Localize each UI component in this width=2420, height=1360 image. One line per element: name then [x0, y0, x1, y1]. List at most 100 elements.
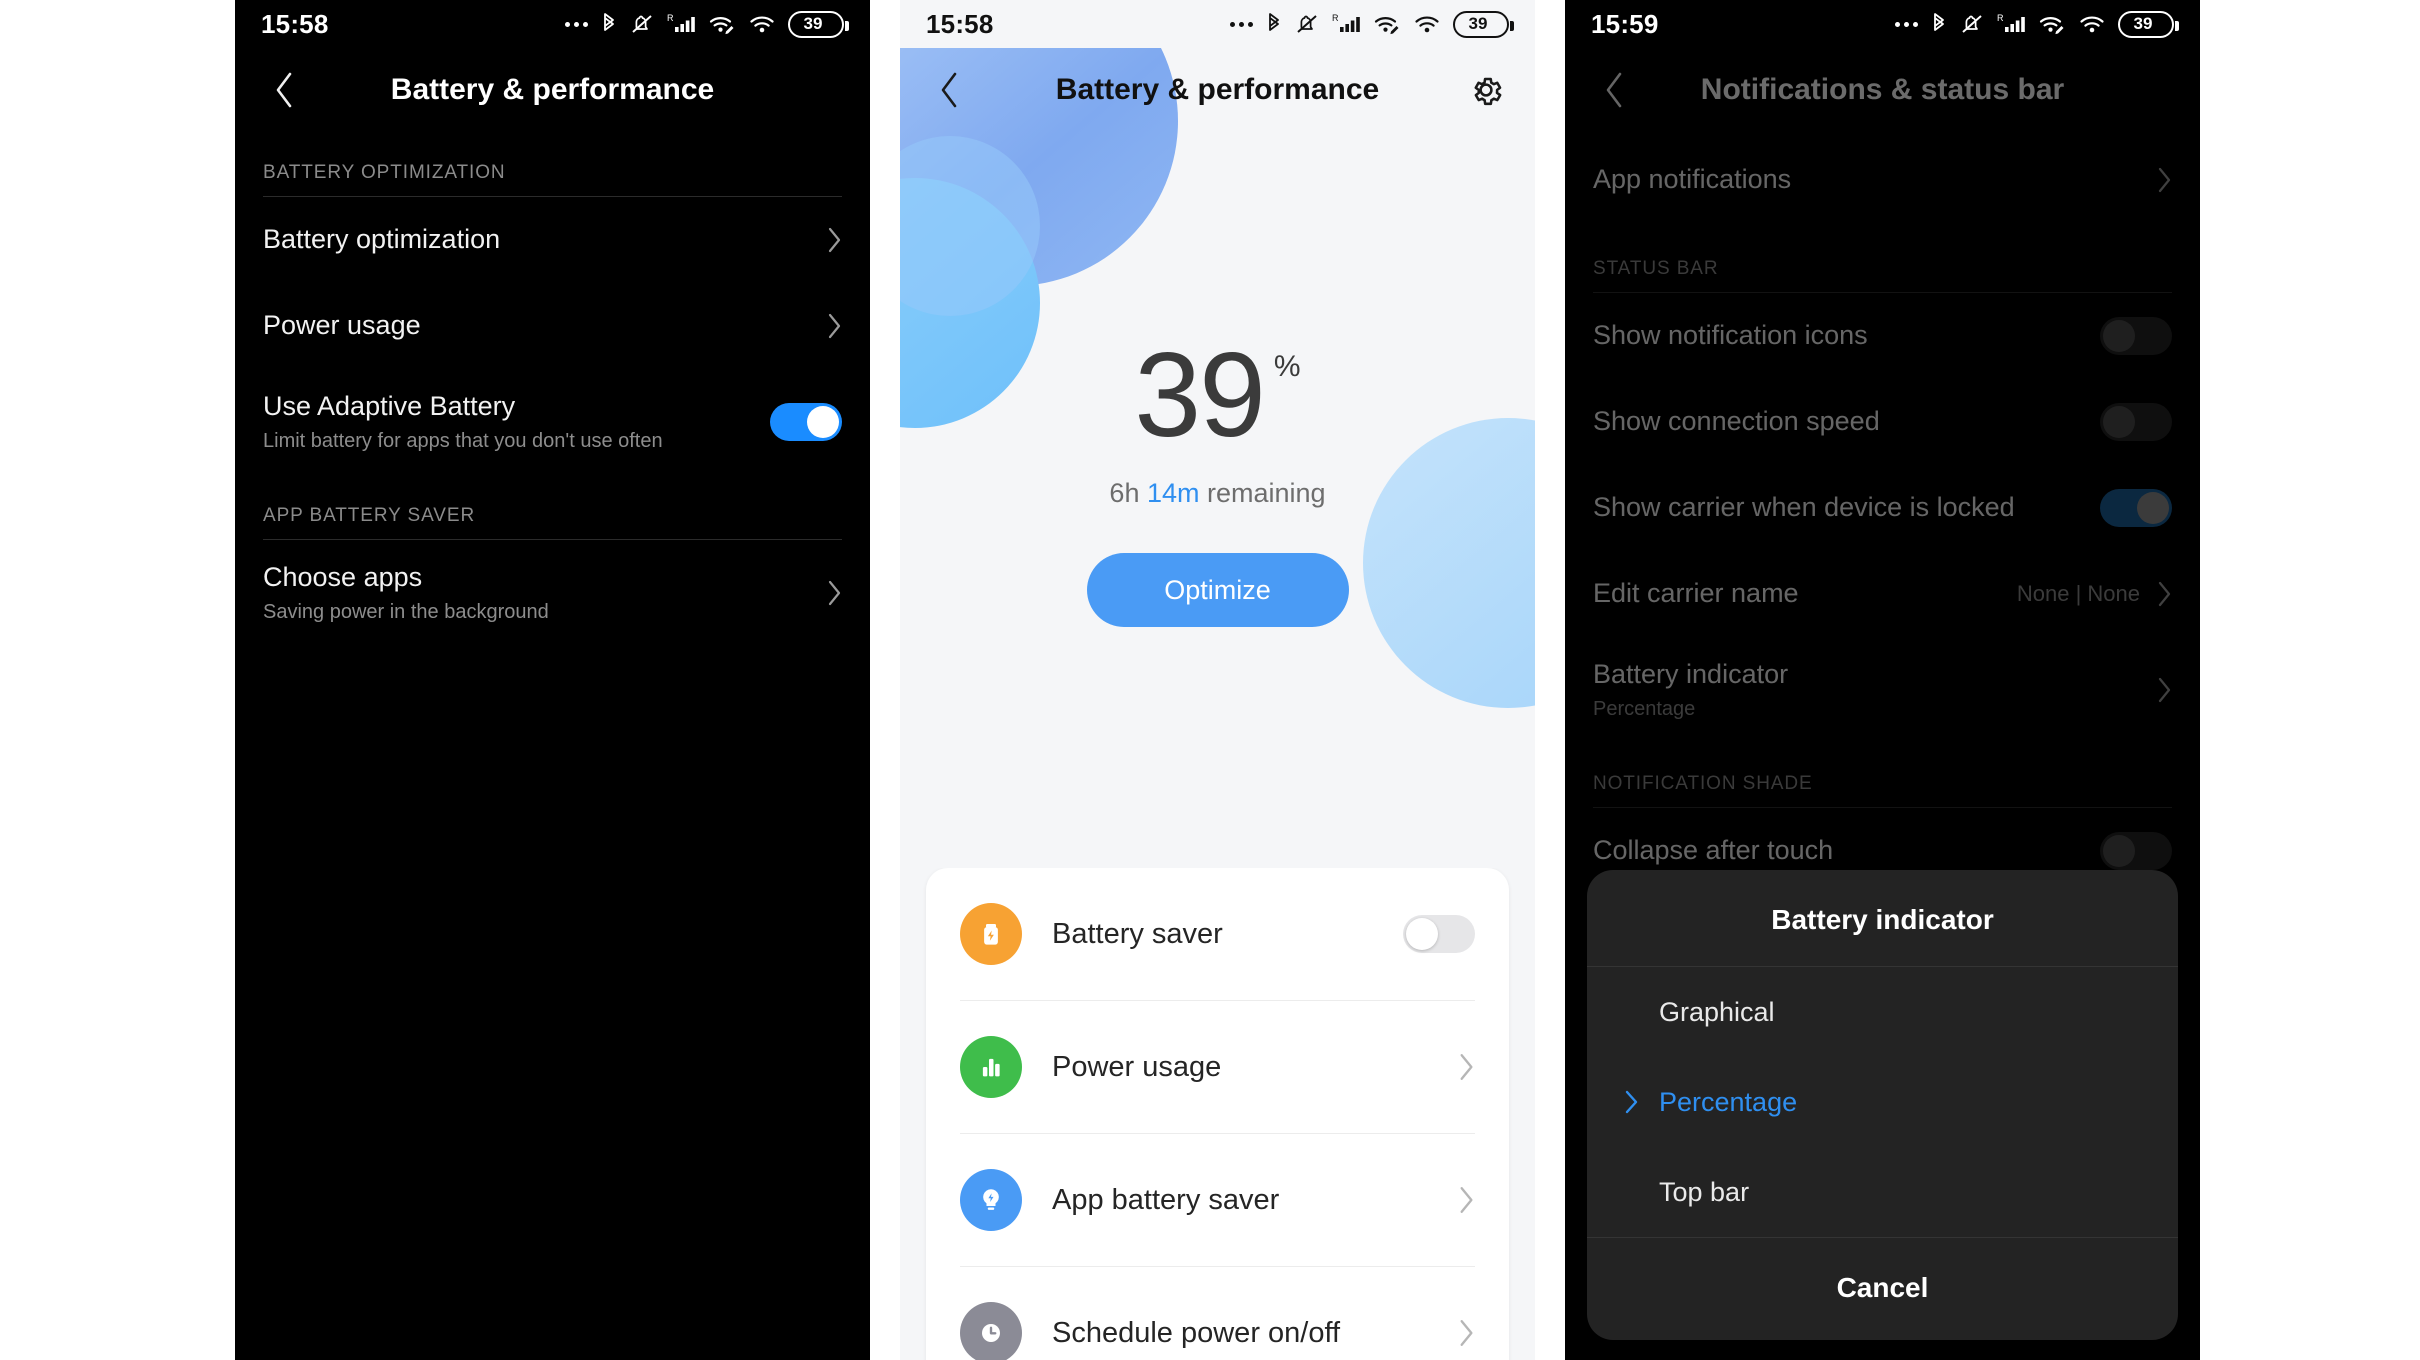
overflow-dots-icon: [1895, 21, 1918, 27]
list-item-battery-indicator[interactable]: Battery indicator Percentage: [1565, 637, 2200, 743]
status-bar: 15:58 R 39: [900, 0, 1535, 48]
list-item-title: Show notification icons: [1593, 320, 1868, 351]
list-item-title: Power usage: [263, 310, 421, 341]
dialog-option-percentage[interactable]: Percentage: [1587, 1057, 2178, 1147]
chevron-right-icon: [1460, 1054, 1473, 1080]
adaptive-battery-toggle[interactable]: [770, 403, 842, 441]
list-item-show-carrier-when-locked[interactable]: Show carrier when device is locked: [1565, 465, 2200, 551]
list-item-power-usage[interactable]: Power usage: [235, 283, 870, 369]
list-item-battery-optimization[interactable]: Battery optimization: [235, 197, 870, 283]
toggle-knob: [2103, 320, 2135, 352]
battery-percent-value: 39: [1134, 328, 1265, 462]
battery-level-text: 39: [803, 14, 823, 33]
phone-panel-battery-performance-overview: 15:58 R 39 Battery & performance 39 % 6h…: [900, 0, 1535, 1360]
section-header-status-bar: STATUS BAR: [1593, 258, 1719, 279]
wifi-edit-icon: [709, 17, 734, 35]
roaming-signal-icon: R: [667, 13, 695, 32]
chevron-right-icon: [1460, 1187, 1473, 1213]
chevron-right-icon: [2158, 581, 2171, 607]
overflow-dots-icon: [565, 21, 588, 27]
status-bar: 15:58 R 39: [235, 0, 870, 48]
status-bar-icons: R 39: [1895, 10, 2179, 38]
dimmed-content: Notifications & status bar App notificat…: [1565, 48, 2200, 894]
bluetooth-icon: [1934, 13, 1944, 31]
chevron-left-icon: [276, 72, 292, 108]
mute-bell-icon: [632, 15, 652, 33]
show-connection-speed-toggle[interactable]: [2100, 403, 2172, 441]
dialog-option-graphical[interactable]: Graphical: [1587, 967, 2178, 1057]
time-remaining-highlight: 14m: [1146, 478, 1200, 508]
list-item-app-notifications[interactable]: App notifications: [1565, 132, 2200, 228]
back-button[interactable]: [926, 67, 972, 113]
chevron-right-icon: [2158, 167, 2171, 193]
list-item-title: Show carrier when device is locked: [1593, 492, 2015, 523]
chevron-right-icon: [1460, 1320, 1473, 1346]
wifi-icon: [750, 16, 774, 33]
percent-symbol: %: [1273, 350, 1301, 383]
page-title: Battery & performance: [1055, 73, 1380, 106]
section-header-battery-optimization: BATTERY OPTIMIZATION: [263, 162, 506, 183]
status-bar-time: 15:58: [926, 8, 994, 39]
dialog-title: Battery indicator: [1771, 904, 1994, 935]
svg-text:R: R: [1997, 13, 2004, 23]
list-item-title: Edit carrier name: [1593, 578, 1799, 609]
wifi-edit-icon: [2039, 17, 2064, 35]
chevron-right-icon: [2158, 677, 2171, 703]
card-row-app-battery-saver[interactable]: App battery saver: [926, 1134, 1509, 1266]
mute-bell-icon: [1962, 15, 1982, 33]
back-button[interactable]: [1591, 67, 1637, 113]
list-item-title: Choose apps: [263, 561, 423, 592]
status-bar-icons: R 39: [565, 10, 849, 38]
battery-saver-toggle[interactable]: [1403, 915, 1475, 953]
card-row-label: App battery saver: [1052, 1183, 1280, 1216]
battery-level-text: 39: [2133, 14, 2153, 33]
overflow-dots-icon: [1230, 21, 1253, 27]
show-carrier-toggle[interactable]: [2100, 489, 2172, 527]
bluetooth-icon: [1269, 13, 1279, 31]
app-bar: Notifications & status bar: [1565, 48, 2200, 132]
settings-button[interactable]: [1463, 67, 1509, 113]
wifi-icon: [1415, 16, 1439, 33]
list-item-edit-carrier-name[interactable]: Edit carrier name None | None: [1565, 551, 2200, 637]
card-row-battery-saver[interactable]: Battery saver: [926, 868, 1509, 1000]
list-item-subtitle: Saving power in the background: [263, 601, 549, 624]
battery-icon: 39: [2118, 10, 2179, 38]
cancel-button[interactable]: Cancel: [1587, 1238, 2178, 1340]
screenshot-stage: 15:58 R 39 Battery & performance BATTERY…: [0, 0, 2420, 1360]
lightbulb-bolt-icon: [960, 1169, 1022, 1231]
battery-level-text: 39: [1468, 14, 1488, 33]
list-item-title: Battery optimization: [263, 224, 501, 255]
toggle-knob: [2137, 492, 2169, 524]
mute-bell-icon: [1297, 15, 1317, 33]
dialog-option-label: Graphical: [1659, 996, 1775, 1027]
status-bar-time: 15:59: [1591, 8, 1659, 39]
status-bar-time: 15:58: [261, 8, 329, 39]
collapse-after-touch-toggle[interactable]: [2100, 832, 2172, 870]
toggle-knob: [2103, 835, 2135, 867]
list-item-value: None | None: [2016, 581, 2140, 606]
optimize-button[interactable]: Optimize: [1086, 553, 1349, 627]
dialog-option-top-bar[interactable]: Top bar: [1587, 1147, 2178, 1237]
svg-text:R: R: [1332, 13, 1339, 23]
chevron-right-icon: [828, 227, 841, 253]
list-item-use-adaptive-battery[interactable]: Use Adaptive Battery Limit battery for a…: [235, 369, 870, 475]
list-item-choose-apps[interactable]: Choose apps Saving power in the backgrou…: [235, 540, 870, 646]
wifi-icon: [2080, 16, 2104, 33]
section-header-app-battery-saver: APP BATTERY SAVER: [263, 505, 476, 526]
battery-hero: Battery & performance 39 % 6h 14m remain…: [900, 48, 1535, 868]
card-row-power-usage[interactable]: Power usage: [926, 1001, 1509, 1133]
battery-percent-group: 39 %: [1134, 328, 1301, 462]
show-notification-icons-toggle[interactable]: [2100, 317, 2172, 355]
battery-icon: 39: [1453, 10, 1514, 38]
list-item-title: Use Adaptive Battery: [263, 390, 516, 421]
list-item-title: App notifications: [1593, 164, 1792, 195]
list-item-show-notification-icons[interactable]: Show notification icons: [1565, 293, 2200, 379]
card-row-schedule-power-on-off[interactable]: Schedule power on/off: [926, 1267, 1509, 1360]
chevron-left-icon: [941, 72, 957, 108]
battery-bolt-icon: [960, 903, 1022, 965]
back-button[interactable]: [261, 67, 307, 113]
phone-panel-battery-performance-settings: 15:58 R 39 Battery & performance BATTERY…: [235, 0, 870, 1360]
list-item-show-connection-speed[interactable]: Show connection speed: [1565, 379, 2200, 465]
dialog-option-label: Top bar: [1659, 1176, 1750, 1207]
list-item-title: Battery indicator: [1593, 658, 1789, 689]
